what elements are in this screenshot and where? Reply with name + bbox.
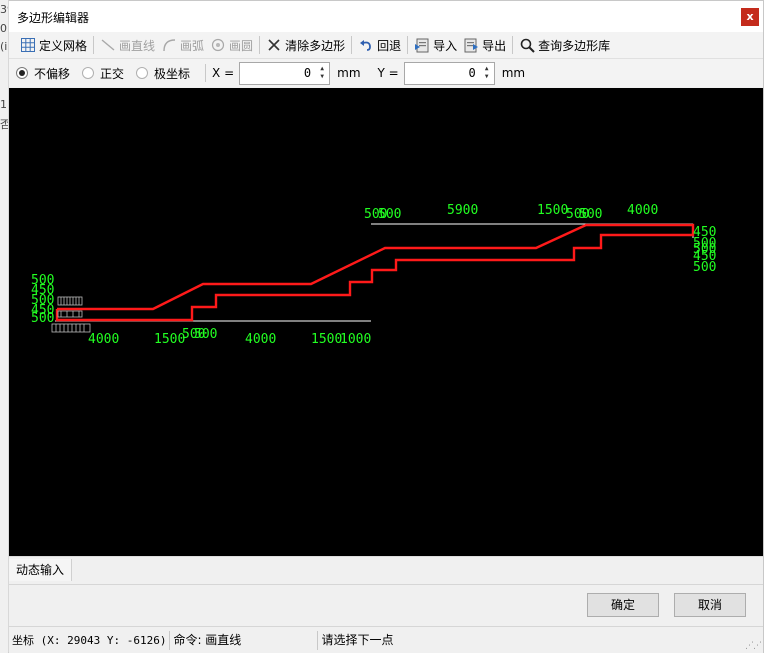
x-icon [266, 37, 282, 53]
line-icon [100, 37, 116, 53]
status-bar: 坐标 (X: 29043 Y: -6126) 命令: 画直线 请选择下一点 ⋰⋰ [9, 626, 763, 653]
left-hatch-marker [51, 296, 91, 333]
toolbar-separator [93, 36, 95, 54]
radio-selected-indicator [16, 67, 28, 79]
bottom-dimension-label: 1000 [340, 332, 371, 347]
x-unit: mm [337, 66, 361, 80]
polar-label: 极坐标 [154, 66, 191, 81]
cancel-button[interactable]: 取消 [674, 593, 746, 617]
grid-icon [20, 37, 36, 53]
background-window-edge: 39 0 (i 1. 否 [0, 0, 14, 653]
clear-polygon-label: 清除多边形 [285, 38, 346, 53]
bottom-dimension-label: 1500 [154, 332, 185, 347]
orthogonal-radio[interactable]: 正交 [82, 65, 124, 82]
drawing-canvas[interactable]: 500 500 5900 1500 500 500 4000 4000 1500… [9, 88, 763, 556]
arc-icon [161, 37, 177, 53]
orthogonal-label: 正交 [100, 66, 125, 81]
left-dimension-label: 500 [31, 311, 54, 326]
y-label: Y = [377, 66, 399, 80]
toolbar-separator [259, 36, 261, 54]
resize-grip-icon[interactable]: ⋰⋰ [745, 641, 762, 651]
polygon-outline [55, 223, 695, 322]
define-grid-label: 定义网格 [39, 38, 88, 53]
draw-line-button[interactable]: 画直线 [97, 34, 158, 56]
bottom-dimension-label: 4000 [88, 332, 119, 347]
polygon-editor-dialog: 多边形编辑器 x 定义网格 画直线 画弧 画圆 清除多边形 回退 导入 导出 查… [8, 0, 764, 653]
close-button[interactable]: x [741, 8, 759, 26]
draw-arc-button[interactable]: 画弧 [158, 34, 207, 56]
status-prompt: 请选择下一点 [321, 632, 394, 647]
polar-radio[interactable]: 极坐标 [136, 65, 190, 82]
title-bar: 多边形编辑器 x [9, 1, 763, 32]
window-title: 多边形编辑器 [17, 11, 90, 25]
bg-fragment: (i [0, 40, 8, 53]
top-dimension-label: 1500 [537, 203, 568, 218]
right-dimension-label: 500 [693, 260, 716, 275]
ok-button[interactable]: 确定 [587, 593, 659, 617]
query-library-label: 查询多边形库 [538, 38, 611, 53]
dynamic-input-tab[interactable]: 动态输入 [9, 559, 73, 581]
undo-icon [358, 37, 374, 53]
export-icon [463, 37, 479, 53]
toolbar-separator [512, 36, 514, 54]
top-dimension-label: 4000 [627, 203, 658, 218]
search-icon [519, 37, 535, 53]
options-bar: 不偏移 正交 极坐标 X = 0 ▲ ▼ mm Y = 0 ▲ ▼ mm [9, 59, 763, 87]
bottom-dimension-label: 500 [194, 327, 217, 342]
define-grid-button[interactable]: 定义网格 [17, 34, 90, 56]
x-input[interactable]: 0 ▲ ▼ [239, 61, 331, 85]
y-value: 0 [468, 66, 476, 80]
top-dimension-label: 500 [378, 207, 401, 222]
draw-circle-button[interactable]: 画圆 [207, 34, 256, 56]
y-unit: mm [501, 66, 526, 80]
radio-indicator [136, 67, 149, 79]
top-dimension-label: 500 [579, 207, 602, 222]
clear-polygon-button[interactable]: 清除多边形 [263, 34, 348, 56]
bottom-dimension-label: 1500 [311, 332, 342, 347]
undo-button[interactable]: 回退 [355, 34, 404, 56]
import-icon [414, 37, 430, 53]
x-spinner-arrows[interactable]: ▲ ▼ [317, 65, 327, 82]
command-tab-area: 动态输入 [9, 556, 763, 584]
radio-indicator [82, 67, 95, 79]
y-input[interactable]: 0 ▲ ▼ [403, 61, 495, 85]
export-button[interactable]: 导出 [460, 34, 509, 56]
status-coordinates: 坐标 (X: 29043 Y: -6126) [9, 630, 171, 650]
no-offset-radio[interactable]: 不偏移 [16, 65, 70, 82]
no-offset-label: 不偏移 [34, 66, 71, 81]
import-button[interactable]: 导入 [411, 34, 460, 56]
undo-label: 回退 [377, 38, 402, 53]
status-command: 命令: 画直线 [170, 630, 319, 650]
draw-arc-label: 画弧 [180, 38, 205, 53]
polygon-drawing: 500 500 5900 1500 500 500 4000 4000 1500… [31, 203, 716, 347]
draw-line-label: 画直线 [119, 38, 156, 53]
top-dimension-label: 5900 [447, 203, 478, 218]
circle-icon [210, 37, 226, 53]
x-label: X = [212, 66, 235, 80]
bg-fragment: 0 [0, 22, 7, 35]
y-spinner-arrows[interactable]: ▲ ▼ [482, 65, 492, 82]
x-value: 0 [303, 66, 312, 80]
toolbar-separator [407, 36, 409, 54]
import-label: 导入 [433, 38, 458, 53]
bottom-dimension-label: 4000 [245, 332, 276, 347]
export-label: 导出 [482, 38, 507, 53]
options-separator [205, 64, 207, 82]
dialog-button-row: 确定 取消 [9, 584, 763, 626]
toolbar: 定义网格 画直线 画弧 画圆 清除多边形 回退 导入 导出 查询多边形库 [9, 32, 763, 59]
draw-circle-label: 画圆 [229, 38, 254, 53]
query-library-button[interactable]: 查询多边形库 [516, 34, 613, 56]
toolbar-separator [351, 36, 353, 54]
